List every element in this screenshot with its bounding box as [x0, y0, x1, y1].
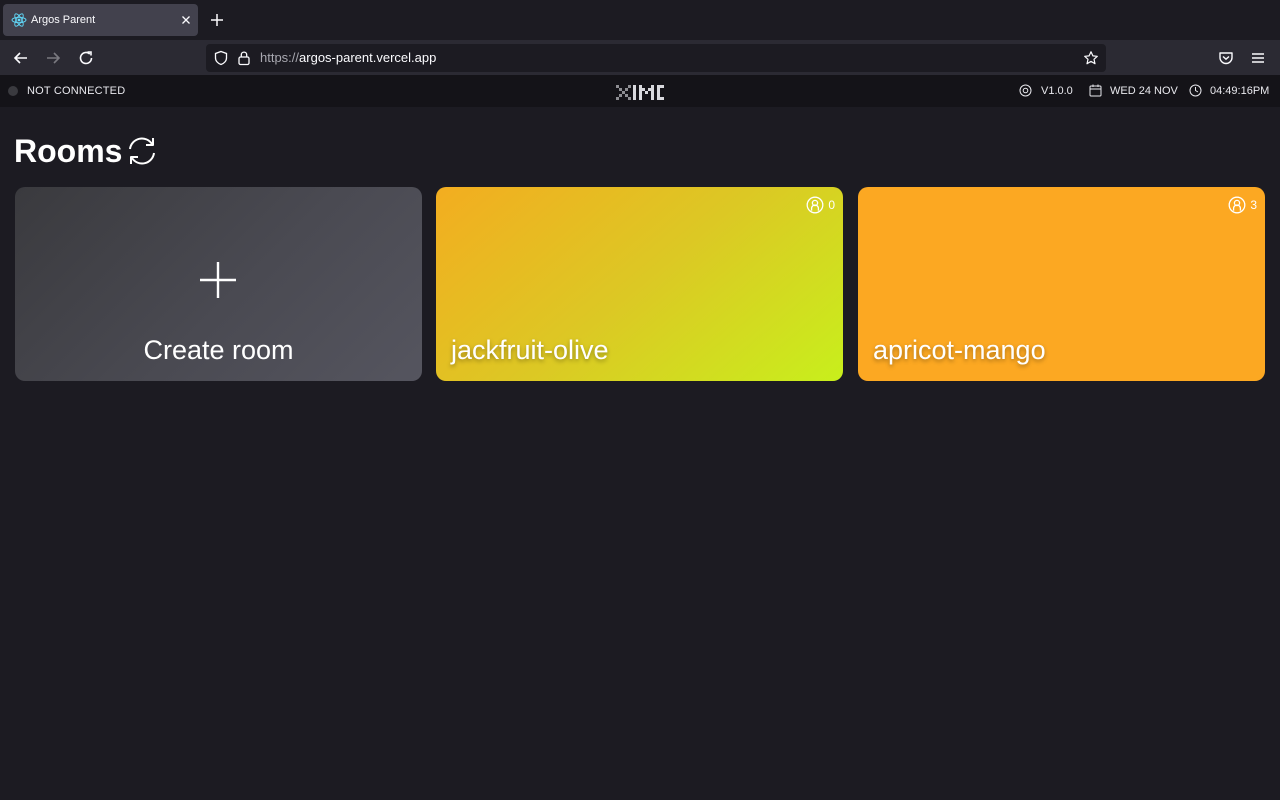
- user-icon: [1228, 196, 1246, 214]
- refresh-icon[interactable]: [125, 134, 159, 168]
- date-label: WED 24 NOV: [1110, 85, 1178, 97]
- room-card[interactable]: 0 jackfruit-olive: [436, 187, 843, 381]
- menu-icon[interactable]: [1249, 49, 1267, 67]
- page-title: Rooms: [14, 133, 123, 169]
- react-icon: [11, 13, 27, 27]
- connection-indicator: [8, 86, 18, 96]
- close-icon[interactable]: [179, 13, 193, 27]
- pocket-icon[interactable]: [1217, 49, 1235, 67]
- ximi-logo-icon: [616, 85, 664, 100]
- clock-icon: [1189, 84, 1202, 97]
- shield-icon[interactable]: [213, 50, 229, 66]
- plus-icon: [200, 262, 236, 298]
- connection-status: NOT CONNECTED: [27, 85, 126, 97]
- user-icon: [806, 196, 824, 214]
- star-icon[interactable]: [1083, 50, 1099, 66]
- url-text[interactable]: https://argos-parent.vercel.app: [260, 44, 436, 72]
- room-name: apricot-mango: [873, 335, 1046, 365]
- browser-navbar: https://argos-parent.vercel.app: [0, 40, 1280, 75]
- participant-count-value: 0: [828, 198, 835, 212]
- time-label: 04:49:16PM: [1210, 85, 1270, 97]
- reload-icon[interactable]: [77, 49, 95, 67]
- participant-count: 3: [1228, 195, 1257, 215]
- version-label: V1.0.0: [1041, 85, 1073, 97]
- lock-icon[interactable]: [237, 50, 251, 66]
- participant-count-value: 3: [1250, 198, 1257, 212]
- new-tab-icon[interactable]: [209, 12, 225, 28]
- address-bar[interactable]: https://argos-parent.vercel.app: [206, 44, 1106, 72]
- url-protocol: https://: [260, 50, 300, 65]
- calendar-icon: [1089, 84, 1102, 97]
- tab-title: Argos Parent: [31, 14, 96, 26]
- create-room-label: Create room: [143, 335, 294, 365]
- create-room-card[interactable]: Create room: [15, 187, 422, 381]
- browser-tab[interactable]: Argos Parent: [3, 4, 198, 36]
- back-icon[interactable]: [12, 49, 30, 67]
- url-host: argos-parent.vercel.app: [299, 50, 437, 65]
- target-icon: [1019, 84, 1032, 97]
- browser-tabstrip: Argos Parent: [0, 0, 1280, 40]
- room-name: jackfruit-olive: [451, 335, 609, 365]
- app-header: NOT CONNECTED V1.0.0 WED 24 NOV 04:49:16…: [0, 75, 1280, 107]
- room-card[interactable]: 3 apricot-mango: [858, 187, 1265, 381]
- forward-icon[interactable]: [44, 49, 62, 67]
- participant-count: 0: [806, 195, 835, 215]
